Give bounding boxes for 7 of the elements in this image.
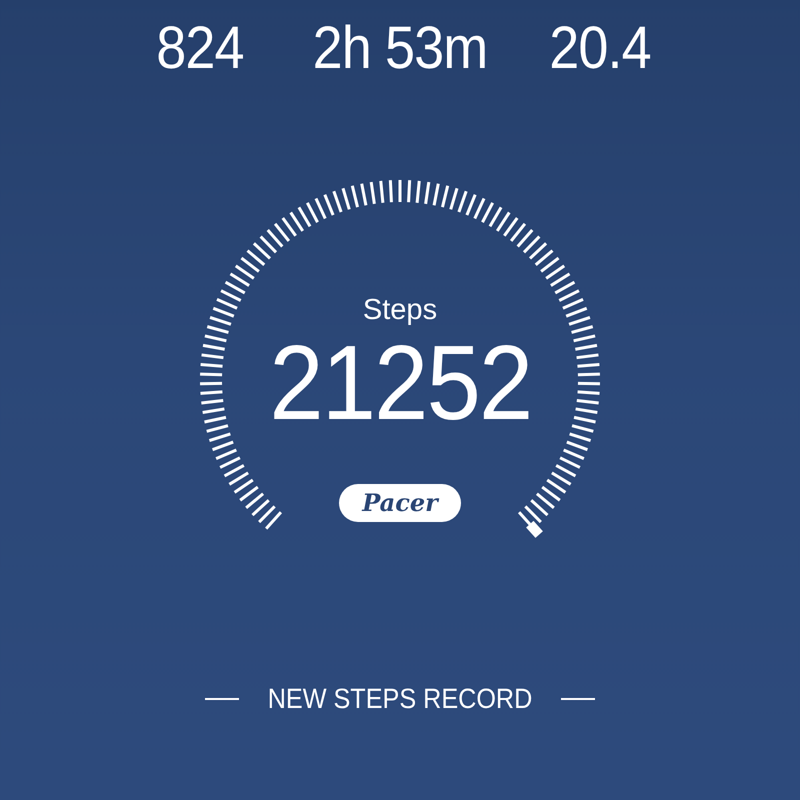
stat-value: 824: [155, 16, 245, 80]
steps-count: 21252: [269, 328, 531, 438]
steps-label: Steps: [362, 293, 438, 328]
stat-value: 20.4: [548, 16, 652, 80]
app-logo: Pacer: [339, 484, 461, 522]
stat-value: 2h 53m: [312, 16, 488, 80]
record-text: NEW STEPS RECORD: [268, 682, 532, 716]
